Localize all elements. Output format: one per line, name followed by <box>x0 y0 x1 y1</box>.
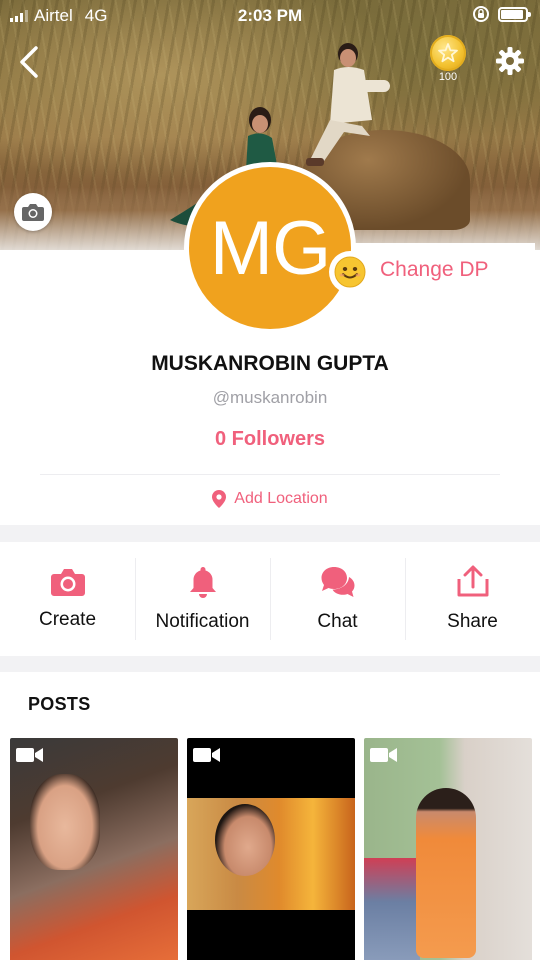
cover-person-man <box>306 43 390 166</box>
chat-bubbles-icon <box>321 567 354 597</box>
change-cover-button[interactable] <box>14 193 52 231</box>
post-photo-subject <box>30 774 100 870</box>
profile-name: MUSKANROBIN GUPTA <box>151 352 389 375</box>
gear-icon <box>496 47 524 75</box>
video-camera-icon <box>370 748 397 762</box>
post-thumbnail[interactable] <box>364 738 532 960</box>
notification-label: Notification <box>155 611 250 632</box>
post-photo-subject <box>215 804 275 876</box>
video-camera-icon <box>193 748 220 762</box>
notification-button[interactable]: Notification <box>135 542 270 656</box>
bell-icon <box>189 567 216 598</box>
add-location-button[interactable]: Add Location <box>0 490 540 508</box>
status-time: 2:03 PM <box>237 6 303 25</box>
coin-count: 100 <box>438 71 458 83</box>
create-button[interactable]: Create <box>0 542 135 656</box>
camera-icon <box>22 204 44 221</box>
chevron-left-icon <box>20 46 38 78</box>
add-location-label: Add Location <box>234 490 328 507</box>
star-icon <box>438 43 458 63</box>
share-button[interactable]: Share <box>405 542 540 656</box>
action-bar: Create Notification Chat Share <box>0 542 540 656</box>
avatar[interactable]: MG <box>184 162 356 334</box>
followers-count[interactable]: 0 Followers <box>0 428 540 451</box>
post-thumbnail[interactable] <box>187 738 355 960</box>
video-camera-icon <box>16 748 43 762</box>
profile-handle: @muskanrobin <box>212 388 328 407</box>
change-dp-link[interactable]: Change DP <box>380 258 489 282</box>
chat-label: Chat <box>317 611 358 632</box>
orientation-lock-icon <box>473 6 489 22</box>
share-icon <box>457 565 488 597</box>
divider <box>40 474 500 475</box>
location-pin-icon <box>212 490 227 508</box>
camera-icon <box>50 569 85 596</box>
posts-section: POSTS <box>0 672 540 960</box>
smiley-icon <box>334 256 366 288</box>
share-label: Share <box>447 611 498 632</box>
post-photo-subject <box>416 788 476 958</box>
chat-button[interactable]: Chat <box>270 542 405 656</box>
post-thumbnail[interactable] <box>10 738 178 960</box>
status-bar: Airtel 4G 2:03 PM <box>0 0 540 32</box>
post-photo-scene <box>187 798 355 910</box>
battery-icon <box>498 6 531 22</box>
posts-title: POSTS <box>28 694 91 714</box>
coin-button[interactable] <box>430 35 466 71</box>
post-photo-sofa <box>364 858 420 960</box>
settings-button[interactable] <box>494 45 526 77</box>
create-label: Create <box>38 609 97 630</box>
smiley-button[interactable] <box>329 251 371 293</box>
back-button[interactable] <box>14 44 46 80</box>
